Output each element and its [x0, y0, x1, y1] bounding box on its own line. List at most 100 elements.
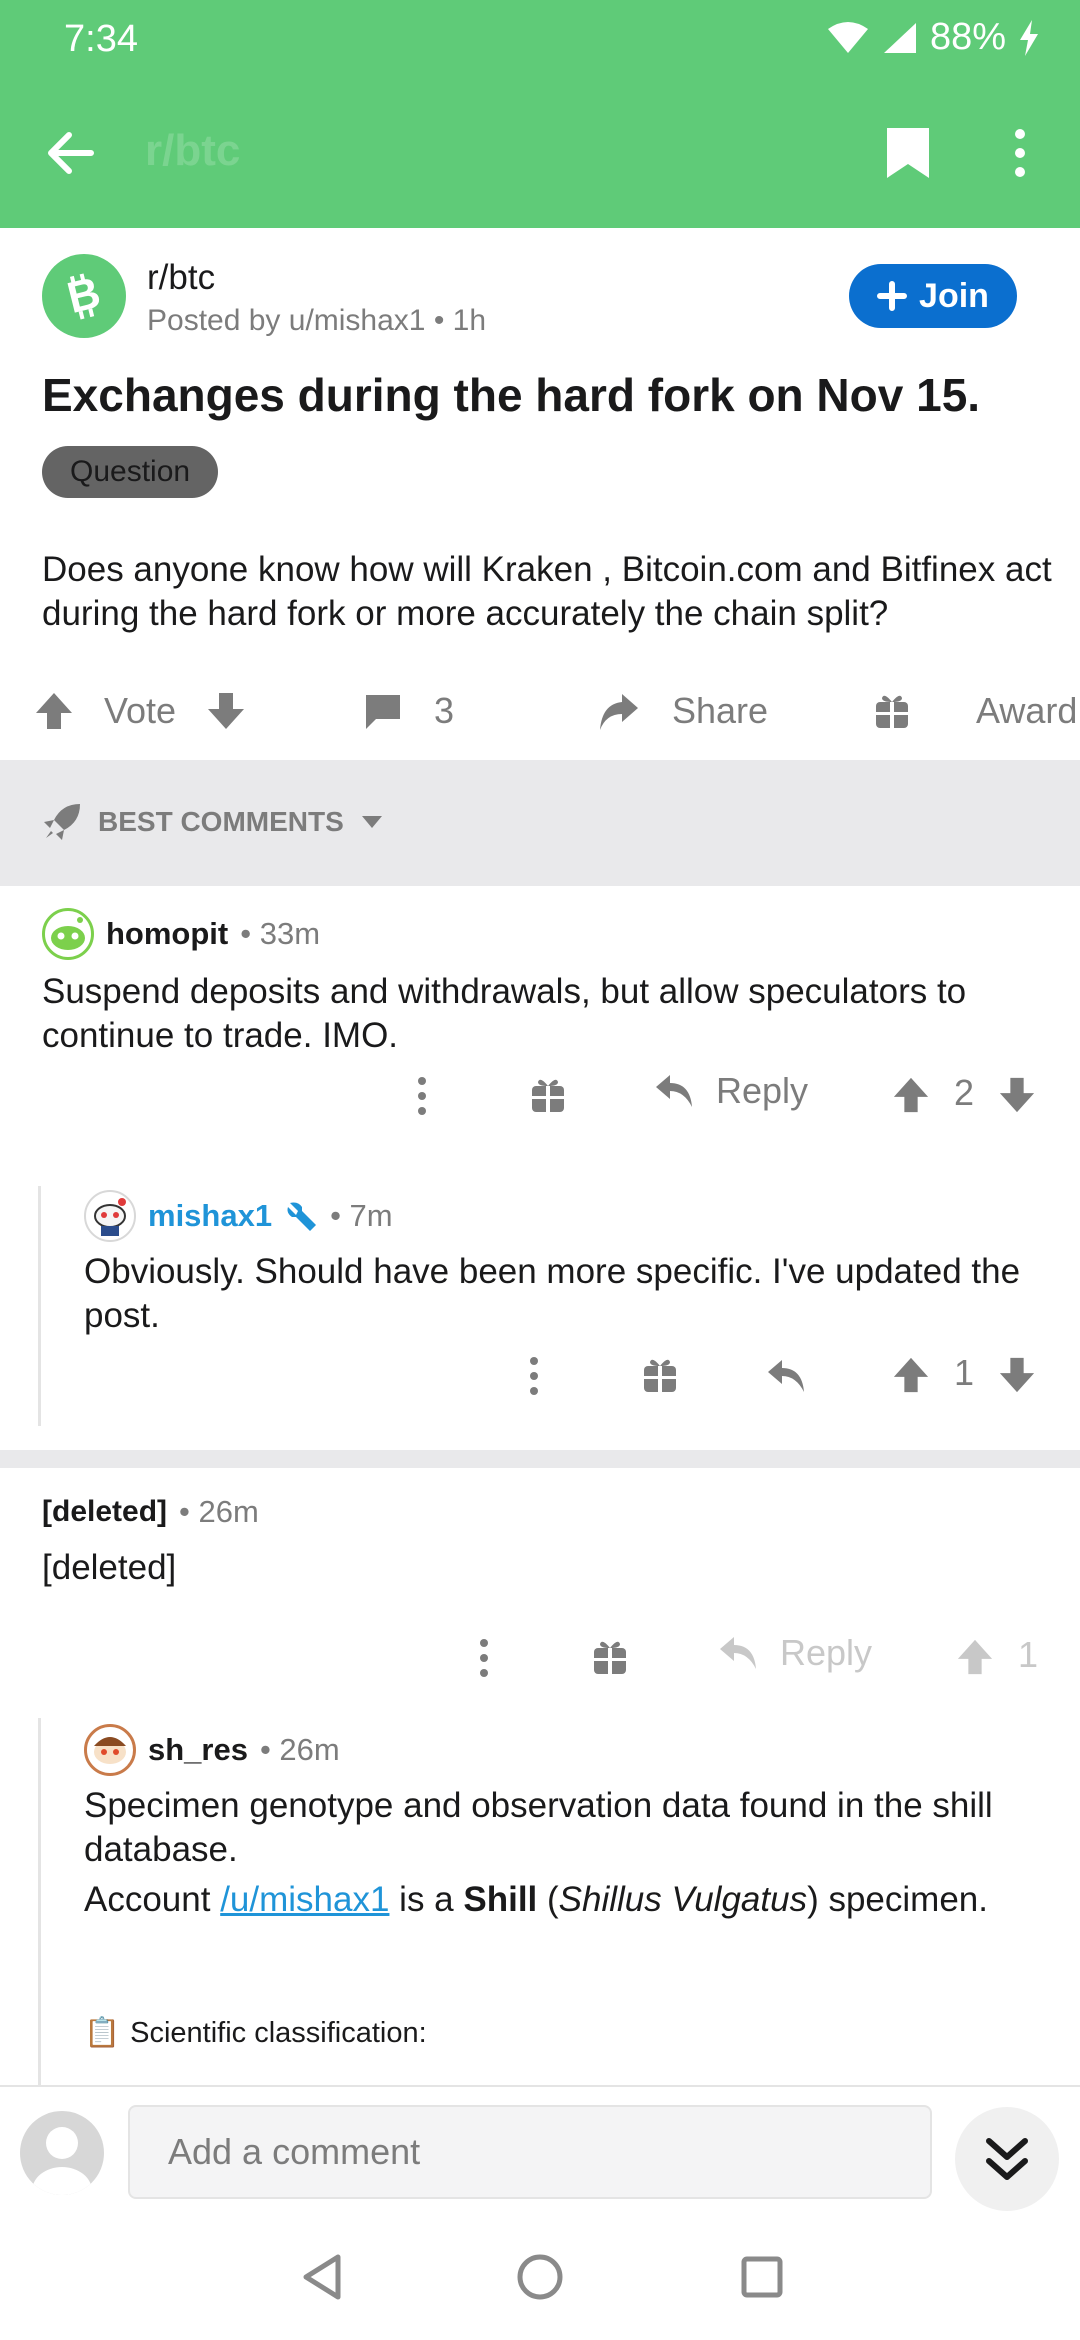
nav-home-button[interactable] [508, 2245, 572, 2309]
battery-percent: 88% [929, 16, 1006, 58]
share-button[interactable]: Share [596, 668, 768, 754]
comment-actions: Reply 2 [0, 1066, 1080, 1126]
comment-text: Specimen genotype and observation data f… [84, 1786, 993, 1869]
downvote-icon[interactable] [998, 1356, 1036, 1394]
comment-score: 1 [954, 1352, 975, 1393]
avatar[interactable] [42, 908, 94, 960]
comment-actions: Reply 1 [0, 1628, 1080, 1688]
downvote-icon[interactable] [998, 1076, 1036, 1114]
bookmark-icon [887, 128, 929, 178]
rocket-icon [44, 804, 80, 840]
user-avatar-icon [32, 2127, 92, 2195]
comment: mishax1 • 7m Obviously. Should have been… [0, 1186, 1080, 1450]
comment: homopit • 33m Suspend deposits and withd… [0, 886, 1080, 1150]
comment-count: 3 [434, 690, 455, 731]
thread-divider [0, 1450, 1080, 1468]
post-action-bar: Vote 3 Share Award [0, 668, 1080, 754]
reply-button[interactable]: Reply [654, 1070, 808, 1112]
account-bold: Shill [463, 1880, 538, 1919]
join-label: Join [919, 276, 989, 315]
comment-score: 1 [1018, 1634, 1039, 1675]
user-link[interactable]: /u/mishax1 [220, 1880, 389, 1919]
nav-back-button[interactable] [290, 2245, 354, 2309]
gift-icon [876, 695, 908, 728]
save-post-button[interactable] [868, 113, 948, 193]
bitcoin-cash-icon: B [63, 268, 106, 323]
reply-arrow-icon [656, 1075, 692, 1107]
triangle-back-icon [303, 2254, 341, 2300]
circle-home-icon [517, 2254, 563, 2300]
upvote-icon [957, 1639, 993, 1675]
comment-author: [deleted] [42, 1495, 168, 1528]
upvote-icon[interactable] [34, 691, 74, 731]
share-label: Share [672, 690, 769, 731]
comment-age: • 33m [240, 916, 321, 951]
sort-label: BEST COMMENTS [98, 806, 344, 837]
comment-compose-bar: Add a comment [0, 2085, 1080, 2215]
reply-arrow-icon[interactable] [766, 1358, 806, 1394]
charging-icon [1018, 19, 1040, 56]
more-vertical-icon[interactable] [414, 1076, 430, 1116]
caret-down-icon [361, 816, 382, 828]
comment-text: Obviously. Should have been more specifi… [84, 1252, 1021, 1335]
comment-text: [deleted] [42, 1548, 177, 1587]
snoo-avatar-icon [94, 1198, 126, 1236]
plus-icon [877, 281, 908, 311]
nav-recents-button[interactable] [730, 2245, 794, 2309]
comment-author[interactable]: mishax1 [148, 1198, 272, 1234]
comment-author[interactable]: homopit [106, 916, 228, 952]
comment-text: Account /u/mishax1 is a Shill (Shillus V… [84, 1878, 1054, 1922]
comments-button[interactable]: 3 [362, 668, 454, 754]
double-chevron-down-icon [986, 2138, 1028, 2180]
avatar[interactable] [84, 1190, 136, 1242]
comment-sort-band: BEST COMMENTS [0, 760, 1080, 886]
more-options-button[interactable] [980, 113, 1060, 193]
award-button[interactable]: Award [874, 668, 1077, 754]
more-vertical-icon[interactable] [476, 1638, 492, 1678]
comment-age: • 26m [259, 1732, 340, 1767]
collapse-threads-button[interactable] [955, 2107, 1059, 2211]
add-comment-input[interactable]: Add a comment [128, 2105, 932, 2199]
more-vertical-icon [1015, 129, 1025, 177]
square-recents-icon [741, 2256, 783, 2298]
comment-bubble-icon [366, 695, 400, 729]
gift-icon[interactable] [592, 1638, 628, 1676]
comment-sort-button[interactable]: BEST COMMENTS [42, 802, 384, 842]
downvote-icon[interactable] [206, 691, 246, 731]
comment: sh_res • 26m Specimen genotype and obser… [0, 1718, 1080, 2085]
status-time: 7:34 [64, 18, 138, 60]
subreddit-avatar[interactable]: B [42, 254, 126, 338]
comment-score: 2 [954, 1072, 975, 1113]
app-bar-title: r/btc [145, 126, 241, 175]
vote-label: Vote [104, 690, 177, 731]
gift-icon[interactable] [642, 1356, 678, 1394]
back-arrow-icon [48, 132, 94, 174]
account-tail: ) specimen. [807, 1880, 988, 1919]
upvote-icon[interactable] [892, 1076, 930, 1114]
gift-icon[interactable] [530, 1076, 566, 1114]
app-bar: r/btc [0, 78, 1080, 228]
join-button[interactable]: Join [849, 264, 1017, 328]
wifi-icon [826, 21, 870, 55]
award-label: Award [976, 690, 1078, 731]
subreddit-name[interactable]: r/btc [147, 258, 215, 298]
more-vertical-icon[interactable] [526, 1356, 542, 1396]
post-title: Exchanges during the hard fork on Nov 15… [42, 369, 981, 421]
comment-actions: 1 [0, 1346, 1080, 1406]
account-italic: Shillus Vulgatus [558, 1880, 808, 1919]
reply-label: Reply [716, 1070, 809, 1111]
post-meta: Posted by u/mishax1 • 1h [147, 304, 487, 337]
user-avatar[interactable] [20, 2111, 104, 2195]
upvote-icon[interactable] [892, 1356, 930, 1394]
reply-arrow-icon [720, 1637, 756, 1669]
back-button[interactable] [30, 113, 110, 193]
avatar[interactable] [84, 1724, 136, 1776]
comment-author[interactable]: sh_res [148, 1732, 248, 1768]
post-flair[interactable]: Question [42, 446, 219, 498]
reply-label: Reply [780, 1632, 873, 1673]
reply-button-disabled: Reply [718, 1632, 872, 1674]
classification-heading: 📋 Scientific classification: [84, 2016, 427, 2050]
moderator-wrench-icon [287, 1202, 317, 1231]
account-mid: is a [389, 1880, 464, 1919]
comment-age: • 7m [330, 1198, 393, 1233]
